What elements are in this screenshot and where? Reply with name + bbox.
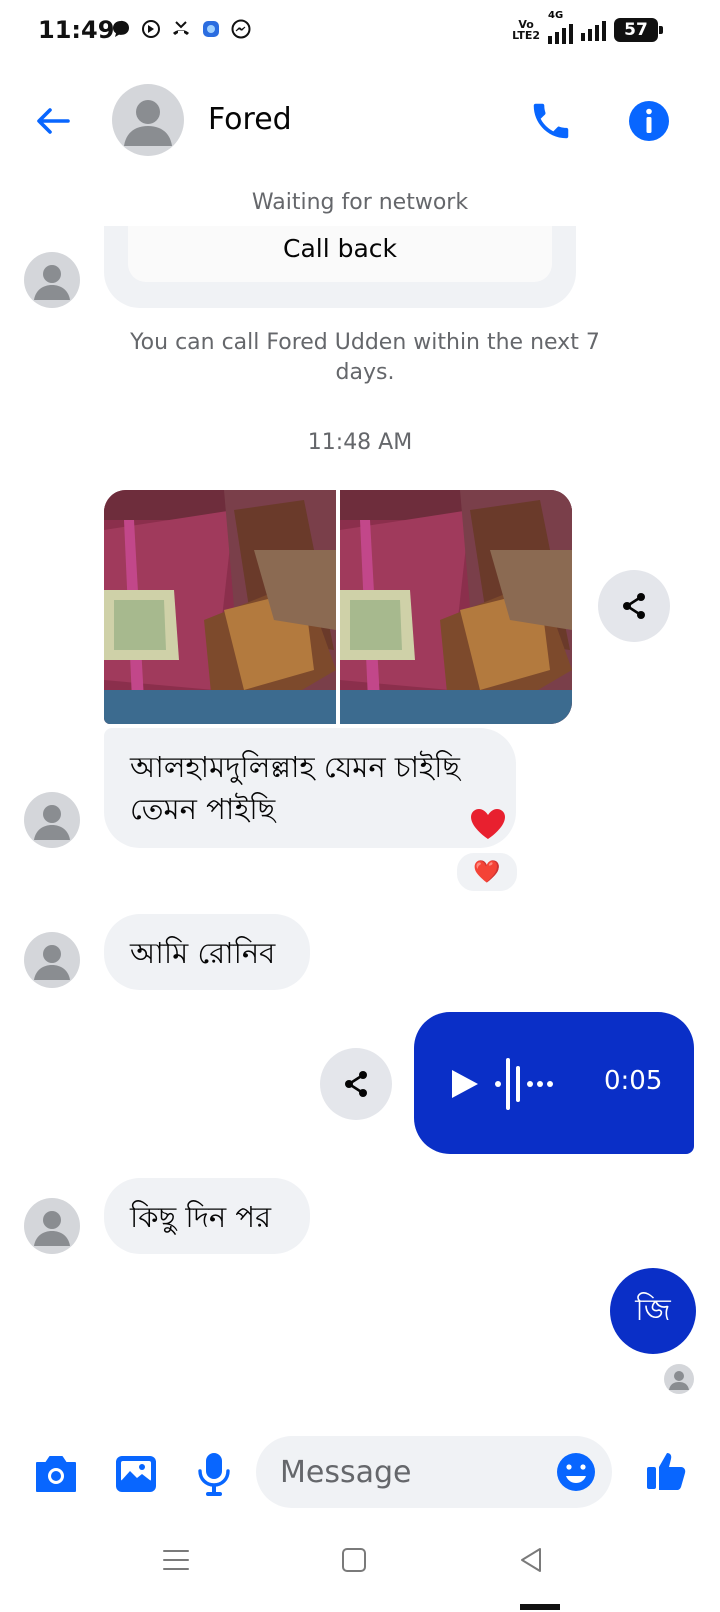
info-icon <box>629 101 669 141</box>
signal-2-icon <box>581 19 606 41</box>
arrow-left-icon <box>37 108 70 134</box>
phone-icon <box>533 103 569 139</box>
contact-avatar-small <box>24 252 80 308</box>
reaction-badge[interactable]: ❤️ <box>454 850 520 894</box>
like-button[interactable] <box>644 1446 692 1494</box>
home-button[interactable] <box>334 1540 374 1580</box>
share-photos-button[interactable] <box>598 570 670 642</box>
play-icon[interactable] <box>446 1066 482 1102</box>
message-bubble-incoming[interactable]: আলহামদুলিল্লাহ যেমন চাইছি তেমন পাইছি <box>104 728 516 848</box>
message-bubble-incoming[interactable]: আমি রোনিব <box>104 914 310 990</box>
thumbs-up-icon <box>647 1453 686 1490</box>
microphone-icon <box>198 1453 230 1496</box>
reaction-heart-icon: ❤️ <box>473 859 501 885</box>
app-icon <box>200 18 222 40</box>
photo-attachment-2[interactable] <box>340 490 572 724</box>
contact-name[interactable]: Fored <box>208 102 292 137</box>
home-indicator <box>520 1604 560 1610</box>
notification-icons <box>110 18 252 40</box>
gallery-button[interactable] <box>112 1450 160 1498</box>
contact-avatar[interactable] <box>112 84 184 156</box>
share-icon <box>623 593 645 619</box>
heart-reaction-icon <box>468 806 508 842</box>
camera-icon <box>36 1456 76 1492</box>
menu-icon <box>163 1550 189 1570</box>
missed-call-icon <box>170 18 192 40</box>
message-bubble-incoming[interactable]: কিছু দিন পর <box>104 1178 310 1254</box>
recent-apps-button[interactable] <box>156 1540 196 1580</box>
contact-avatar-small <box>24 932 80 988</box>
photo-attachment-1[interactable] <box>104 490 336 724</box>
share-voice-button[interactable] <box>320 1048 392 1120</box>
timestamp-separator: 11:48 AM <box>307 430 413 455</box>
call-back-label[interactable]: Call back <box>128 234 552 263</box>
messenger-icon <box>230 18 252 40</box>
audio-call-button[interactable] <box>528 98 574 144</box>
voice-record-button[interactable] <box>190 1450 238 1498</box>
camera-button[interactable] <box>32 1450 80 1498</box>
call-note: You can call Fored Udden within the next… <box>130 330 600 385</box>
emoji-button[interactable] <box>554 1450 598 1494</box>
back-nav-button[interactable] <box>512 1540 552 1580</box>
image-icon <box>116 1456 156 1492</box>
status-right: Vo LTE2 4G 57 <box>512 10 663 44</box>
contact-avatar-small <box>24 792 80 848</box>
back-button[interactable] <box>30 98 76 144</box>
triangle-back-icon <box>521 1548 541 1572</box>
volte-indicator: Vo LTE2 <box>512 18 540 42</box>
message-placeholder[interactable]: Message <box>280 1455 411 1490</box>
voice-duration: 0:05 <box>604 1066 663 1096</box>
sync-icon <box>140 18 162 40</box>
info-button[interactable] <box>626 98 672 144</box>
message-bubble-outgoing[interactable]: জি <box>610 1268 696 1354</box>
emoji-icon <box>557 1453 595 1491</box>
status-time: 11:49 <box>38 16 115 44</box>
battery-icon: 57 <box>614 18 663 42</box>
waveform-icon <box>494 1048 564 1120</box>
square-icon <box>342 1548 366 1572</box>
network-status: Waiting for network <box>251 190 469 215</box>
contact-avatar-small <box>24 1198 80 1254</box>
chat-bubble-icon <box>110 18 132 40</box>
network-type: 4G <box>548 10 564 21</box>
seen-avatar <box>664 1364 694 1394</box>
share-icon <box>345 1071 367 1097</box>
